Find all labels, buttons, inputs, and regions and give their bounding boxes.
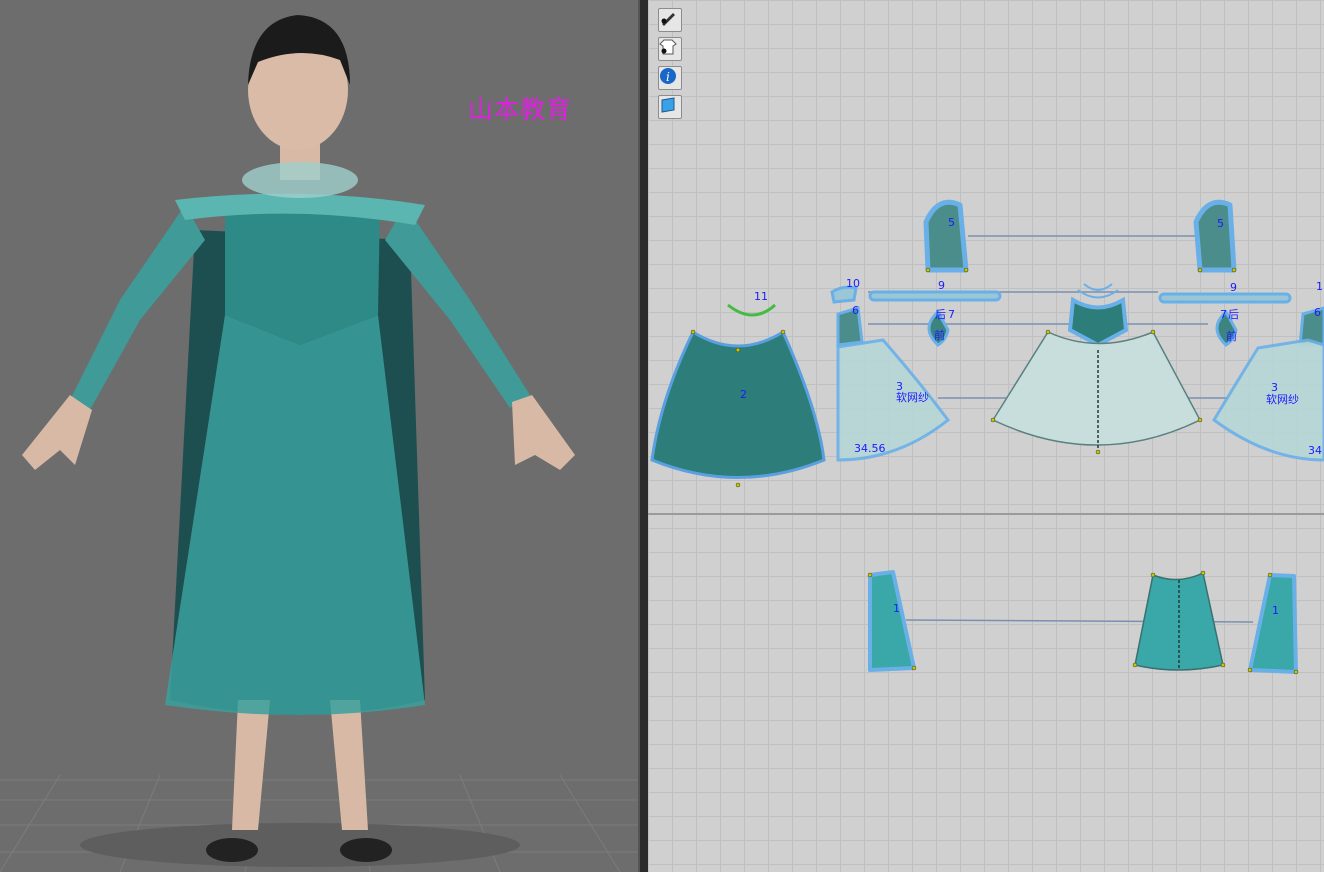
- sleeve-left: [70, 205, 205, 410]
- avatar-scene: [0, 15, 638, 872]
- svg-text:9: 9: [938, 279, 945, 292]
- pattern-piece-cape-right: [1248, 573, 1298, 674]
- svg-text:后: 后: [1228, 308, 1239, 321]
- hand-left: [22, 395, 92, 470]
- leg-left: [232, 700, 270, 830]
- shoe-right: [340, 838, 392, 862]
- svg-text:34: 34: [1308, 444, 1322, 457]
- pattern-piece-sleeve-left: [923, 199, 969, 273]
- pattern-window-2d[interactable]: 5 5 11 2 10 9 9 6 6 后 7 前 7 后 前 3 软网纱 34…: [648, 0, 1324, 872]
- leg-right: [330, 700, 368, 830]
- hand-right: [512, 395, 575, 470]
- svg-text:10: 10: [846, 277, 860, 290]
- svg-text:1: 1: [1272, 604, 1279, 617]
- svg-text:5: 5: [948, 216, 955, 229]
- svg-text:6: 6: [1314, 306, 1321, 319]
- pattern-area-divider: [648, 513, 1324, 515]
- viewport-3d[interactable]: 山本教育: [0, 0, 638, 872]
- svg-text:5: 5: [1217, 217, 1224, 230]
- garment-eye-icon[interactable]: [658, 37, 682, 61]
- pattern-piece-strap-right: [1158, 292, 1292, 304]
- svg-text:软网纱: 软网纱: [896, 390, 929, 404]
- pattern-piece-skirt-tulle-center: [991, 331, 1202, 446]
- watermark-text: 山本教育: [468, 95, 573, 124]
- svg-text:后: 后: [935, 308, 946, 321]
- svg-text:11: 11: [754, 290, 768, 303]
- view-splitter[interactable]: [638, 0, 648, 872]
- svg-text:1: 1: [1316, 280, 1323, 293]
- pattern-piece-front-bodice: [1067, 296, 1129, 348]
- info-icon[interactable]: i: [658, 66, 682, 90]
- svg-text:前: 前: [1226, 329, 1237, 343]
- pattern-piece-cape-left: [868, 570, 916, 672]
- svg-text:i: i: [666, 70, 670, 84]
- pattern-piece-strap-left: [868, 290, 1002, 302]
- svg-text:6: 6: [852, 304, 859, 317]
- pattern-piece-sleeve-right: [1193, 199, 1237, 273]
- svg-text:7: 7: [948, 308, 955, 321]
- svg-text:7: 7: [1220, 308, 1227, 321]
- shoe-left: [206, 838, 258, 862]
- svg-text:9: 9: [1230, 281, 1237, 294]
- pattern-piece-skirt-lining: [650, 329, 826, 479]
- pen-eye-icon[interactable]: [658, 8, 682, 32]
- svg-text:1: 1: [893, 602, 900, 615]
- pattern-canvas: 5 5 11 2 10 9 9 6 6 后 7 前 7 后 前 3 软网纱 34…: [650, 199, 1324, 675]
- pattern-piece-collar: [727, 303, 777, 317]
- svg-text:34.56: 34.56: [854, 442, 886, 455]
- svg-text:前: 前: [934, 328, 945, 342]
- svg-text:软网纱: 软网纱: [1266, 392, 1299, 406]
- svg-text:2: 2: [740, 388, 747, 401]
- fabric-icon[interactable]: [658, 95, 682, 119]
